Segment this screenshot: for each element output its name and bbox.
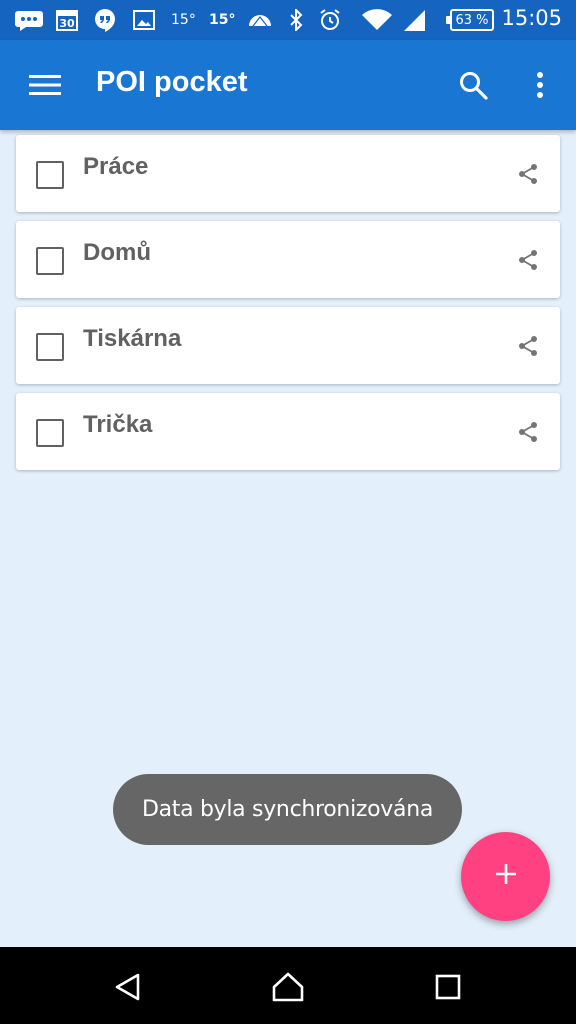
- list-item[interactable]: Práce: [16, 135, 560, 212]
- item-checkbox[interactable]: [36, 247, 64, 275]
- item-label: Domů: [83, 239, 151, 266]
- item-checkbox[interactable]: [36, 333, 64, 361]
- back-icon[interactable]: [106, 965, 150, 1009]
- page-title: POI pocket: [96, 66, 248, 98]
- item-checkbox[interactable]: [36, 161, 64, 189]
- list-item[interactable]: Tiskárna: [16, 307, 560, 384]
- share-icon[interactable]: [516, 248, 540, 272]
- calendar-day: 30: [59, 17, 75, 30]
- signal-icon: [402, 8, 426, 32]
- calendar-icon: 30: [55, 8, 79, 32]
- bluetooth-icon: [288, 8, 304, 32]
- status-bar: 30 15° 15° 63 % 15:05: [0, 0, 576, 40]
- list-item[interactable]: Trička: [16, 393, 560, 470]
- share-icon[interactable]: [516, 334, 540, 358]
- item-checkbox[interactable]: [36, 419, 64, 447]
- wifi-icon: [361, 8, 393, 32]
- battery-icon: 63 %: [446, 9, 494, 31]
- more-vert-icon[interactable]: [522, 64, 558, 106]
- image-icon: [133, 8, 155, 32]
- chat-bubble-icon: [14, 8, 44, 32]
- add-button[interactable]: [461, 832, 550, 921]
- sync-toast: Data byla synchronizována: [113, 774, 462, 845]
- plus-icon: [494, 862, 518, 891]
- poi-list: Práce Domů Tiskárna Trička: [16, 135, 560, 479]
- alarm-icon: [318, 8, 342, 32]
- item-label: Tiskárna: [83, 325, 182, 352]
- item-label: Práce: [83, 153, 149, 180]
- hangouts-icon: [94, 8, 116, 32]
- app-bar: POI pocket: [0, 40, 576, 130]
- status-clock: 15:05: [501, 6, 562, 30]
- menu-icon[interactable]: [22, 67, 68, 103]
- list-item[interactable]: Domů: [16, 221, 560, 298]
- temp-2: 15°: [209, 12, 236, 28]
- share-icon[interactable]: [516, 162, 540, 186]
- home-icon[interactable]: [266, 965, 310, 1009]
- weather-icon: [247, 8, 273, 32]
- search-icon[interactable]: [452, 64, 494, 106]
- system-nav-bar: [0, 947, 576, 1024]
- recents-icon[interactable]: [426, 965, 470, 1009]
- temp-1: 15°: [171, 12, 196, 28]
- item-label: Trička: [83, 411, 153, 438]
- share-icon[interactable]: [516, 420, 540, 444]
